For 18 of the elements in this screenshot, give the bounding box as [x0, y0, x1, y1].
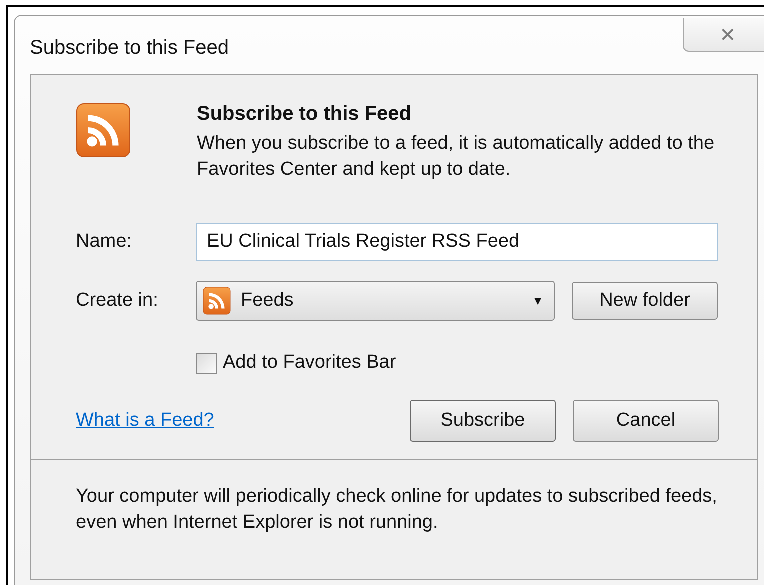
caret-icon: ▼ [532, 294, 544, 308]
dialog-heading: Subscribe to this Feed [197, 103, 412, 126]
folder-dropdown[interactable]: Feeds ▼ [196, 281, 555, 321]
rss-small-icon [203, 287, 231, 315]
create-in-label: Create in: [76, 290, 160, 312]
what-is-feed-link[interactable]: What is a Feed? [76, 410, 214, 431]
dialog-button[interactable]: Cancel [573, 400, 719, 442]
rss-icon [76, 103, 131, 158]
dialog-button[interactable]: Subscribe [410, 400, 556, 442]
window-title: Subscribe to this Feed [30, 37, 229, 60]
new-folder-button[interactable]: New folder [572, 282, 718, 320]
close-button[interactable]: ✕ [683, 18, 764, 52]
info-text: Your computer will periodically check online for updates to subscribed feeds, even when Internet Explorer is not running. [31, 459, 757, 579]
favorites-checkbox[interactable] [196, 352, 217, 374]
name-label: Name: [76, 231, 133, 253]
name-field[interactable]: EU Clinical Trials Register RSS Feed [196, 223, 718, 261]
favorites-label: Add to Favorites Bar [223, 352, 396, 374]
description-text: When you subscribe to a feed, it is automatically added to the Favorites Center and kept up to date. [197, 132, 716, 182]
